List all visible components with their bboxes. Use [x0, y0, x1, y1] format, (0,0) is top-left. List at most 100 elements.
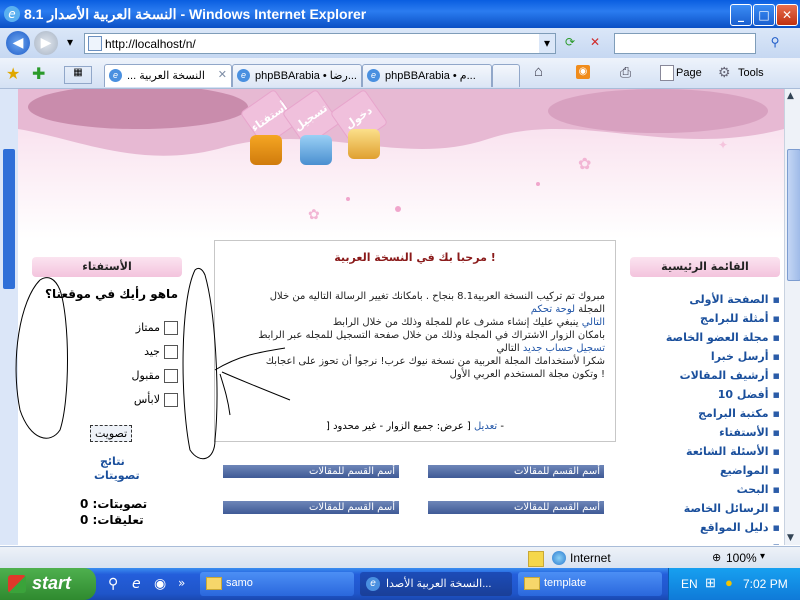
maximize-button[interactable]: □	[753, 4, 775, 26]
menu-item-downloads[interactable]: مكتبة البرامج ▪	[630, 407, 780, 420]
menu-item-label: ...	[756, 540, 769, 545]
menu-item-label: المواضيع	[719, 464, 769, 477]
next-link[interactable]: التالي	[582, 317, 605, 328]
zoom-dropdown-icon[interactable]: ▾	[760, 551, 765, 562]
media-quicklaunch-icon[interactable]: ◉	[154, 576, 166, 592]
menu-item-label: البحث	[736, 483, 769, 496]
zoom-level[interactable]: 100%	[726, 551, 757, 565]
menu-item-label: أفضل 10	[717, 388, 769, 401]
search-button[interactable]: ⚲	[760, 33, 790, 52]
welcome-text: ينبغي عليك إنشاء مشرف عام للمجلة وذلك من…	[332, 317, 579, 328]
menu-item-examples[interactable]: أمثلة للبرامج ▪	[630, 312, 780, 325]
quicklaunch-icon[interactable]: ⚲	[108, 576, 118, 592]
menu-item-private-messages[interactable]: الرسائل الخاصة ▪	[630, 502, 780, 515]
register-link[interactable]: تسجيل حساب جديد	[523, 343, 605, 354]
rss-feed-icon[interactable]: ◉	[576, 65, 590, 79]
tab-bar: ★ ✚ ▦ e ... النسخة العربية ✕ e phpBBArab…	[0, 58, 800, 89]
taskbar-button-template[interactable]: template	[518, 572, 662, 596]
menu-item-more[interactable]: ... ▪	[630, 540, 780, 545]
menu-item-label: أمثلة للبرامج	[700, 312, 769, 325]
bullet-icon: ▪	[772, 350, 780, 363]
tools-menu[interactable]: Tools	[738, 67, 764, 79]
category-bar[interactable]: أسم القسم للمقالات	[428, 465, 604, 478]
menu-item-home[interactable]: الصفحة الأولى ▪	[630, 293, 780, 306]
network-icon[interactable]: ⊞	[705, 575, 716, 591]
menu-item-member-journal[interactable]: مجلة العضو الخاصة ▪	[630, 331, 780, 344]
favorites-star-icon[interactable]: ★	[6, 64, 20, 84]
menu-item-web-links[interactable]: دليل المواقع ▪	[630, 521, 780, 534]
scroll-down-icon[interactable]: ▼	[787, 533, 794, 543]
refresh-button[interactable]: ⟳	[560, 33, 580, 52]
start-label: start	[32, 573, 72, 593]
menu-item-archive[interactable]: أرشيف المقالات ▪	[630, 369, 780, 382]
search-input[interactable]	[614, 33, 756, 54]
tray-app-icon[interactable]: ●	[725, 575, 733, 590]
print-icon[interactable]: ⎙	[620, 64, 631, 81]
language-indicator[interactable]: EN	[681, 577, 698, 591]
menu-item-submit-news[interactable]: أرسل خبرا ▪	[630, 350, 780, 363]
category-bar[interactable]: أسم القسم للمقالات	[223, 501, 399, 514]
back-button[interactable]: ◀	[6, 31, 30, 55]
new-tab-button[interactable]	[492, 64, 520, 87]
stop-button[interactable]: ✕	[585, 33, 605, 52]
bullet-icon: ▪	[772, 426, 780, 439]
menu-item-polls[interactable]: الأستفتاء ▪	[630, 426, 780, 439]
welcome-text: المجلة	[578, 304, 605, 315]
home-icon[interactable]: ⌂	[534, 63, 543, 80]
tab-3[interactable]: e phpBBArabia • م...	[362, 64, 492, 87]
tools-gear-icon: ⚙	[718, 64, 731, 80]
close-button[interactable]: ✕	[776, 4, 798, 26]
folder-icon	[206, 577, 222, 590]
tab-2[interactable]: e phpBBArabia • رضا...	[232, 64, 362, 87]
ie-tab-icon: e	[367, 69, 380, 82]
address-input[interactable]: http://localhost/n/ ▾	[84, 33, 556, 54]
footer-suffix: ]	[325, 421, 330, 432]
add-favorites-icon[interactable]: ✚	[32, 64, 45, 84]
page-menu[interactable]: Page	[676, 67, 702, 79]
globe-icon	[552, 551, 566, 565]
ie-quicklaunch-icon[interactable]: e	[132, 576, 141, 592]
taskbar-button-ie[interactable]: e النسخة العربية الأصدا...	[360, 572, 512, 596]
vertical-scrollbar[interactable]: ▲ ▼	[784, 89, 800, 545]
minimize-button[interactable]: _	[730, 4, 752, 26]
taskbar-button-label: samo	[226, 577, 253, 589]
url-dropdown-icon[interactable]: ▾	[539, 34, 555, 53]
menu-item-label: أرشيف المقالات	[679, 369, 769, 382]
start-button[interactable]: start	[0, 568, 96, 600]
open-book-icon[interactable]	[348, 129, 380, 159]
window-title-bar[interactable]: e 8.1 النسخة العربية الأصدار - Windows I…	[0, 0, 800, 28]
quicklaunch-chevron-icon[interactable]: »	[178, 576, 185, 590]
scrollbar-thumb[interactable]	[787, 149, 800, 281]
back-arrow-icon: ◀	[12, 35, 24, 51]
close-tab-icon[interactable]: ✕	[218, 68, 227, 81]
control-panel-link[interactable]: لوحة تحكم	[531, 304, 575, 315]
zone-label: Internet	[570, 551, 611, 565]
menu-item-label: الأسئلة الشائعة	[686, 445, 769, 458]
menu-item-search[interactable]: البحث ▪	[630, 483, 780, 496]
history-dropdown-icon[interactable]: ▾	[60, 33, 80, 52]
mailbox-icon[interactable]	[250, 135, 282, 165]
forward-button[interactable]: ▶	[34, 31, 58, 55]
votes-link[interactable]: تصويتات	[94, 469, 140, 482]
edit-pencil-icon[interactable]	[300, 135, 332, 165]
taskbar-button-samo[interactable]: samo	[200, 572, 354, 596]
tab-1[interactable]: e ... النسخة العربية ✕	[104, 64, 232, 87]
edit-link[interactable]: تعديل	[474, 421, 497, 432]
welcome-line: المجلة لوحة تحكم	[531, 304, 605, 315]
menu-item-topics[interactable]: المواضيع ▪	[630, 464, 780, 477]
quick-tabs-icon[interactable]: ▦	[64, 66, 92, 84]
menu-item-faq[interactable]: الأسئلة الشائعة ▪	[630, 445, 780, 458]
forward-arrow-icon: ▶	[40, 35, 52, 51]
page-menu-icon	[660, 65, 674, 81]
menu-item-label: دليل المواقع	[699, 521, 769, 534]
category-bar[interactable]: أسم القسم للمقالات	[428, 501, 604, 514]
security-icon	[528, 551, 544, 567]
ie-tab-icon: e	[237, 69, 250, 82]
menu-item-label: مجلة العضو الخاصة	[665, 331, 769, 344]
tab-1-label: ... النسخة العربية	[127, 70, 205, 82]
menu-item-label: الرسائل الخاصة	[683, 502, 769, 515]
welcome-line: مبروك تم تركيب النسخة العربية8.1 بنجاح .…	[269, 291, 605, 302]
scroll-up-icon[interactable]: ▲	[787, 91, 794, 101]
menu-item-top10[interactable]: أفضل 10 ▪	[630, 388, 780, 401]
folder-icon	[524, 577, 540, 590]
